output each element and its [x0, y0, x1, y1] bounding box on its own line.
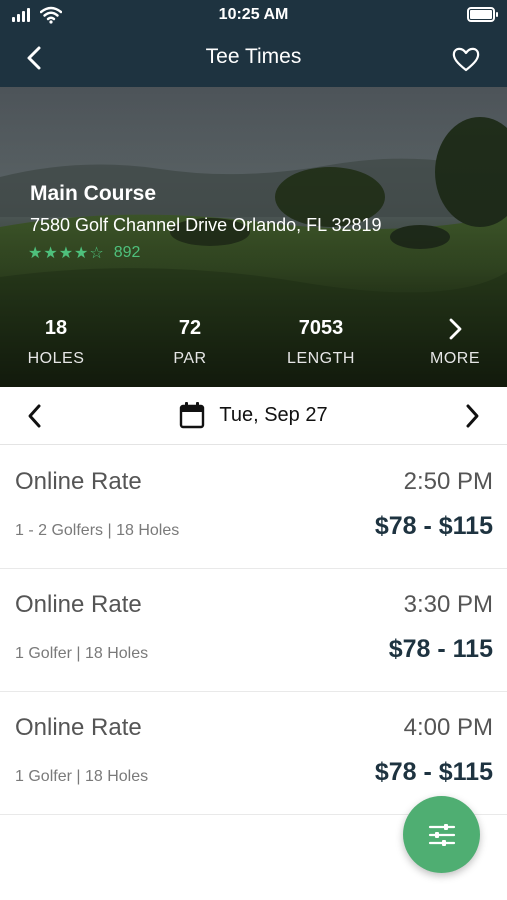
- course-stats: 18 HOLES 72 PAR 7053 LENGTH MORE: [0, 317, 507, 377]
- course-address: 7580 Golf Channel Drive Orlando, FL 3281…: [30, 215, 382, 235]
- rate-title: Online Rate: [15, 468, 142, 495]
- stat-par: 72 PAR: [130, 317, 250, 368]
- stat-par-value: 72: [178, 317, 202, 339]
- course-rating[interactable]: ★★★★☆ 892: [28, 243, 140, 263]
- selected-date: Tue, Sep 27: [219, 403, 328, 426]
- rating-stars: ★★★★☆: [28, 245, 105, 262]
- nav-bar: Tee Times: [0, 30, 507, 87]
- rate-details: 1 Golfer | 18 Holes: [15, 768, 149, 785]
- review-count: 892: [113, 244, 141, 261]
- heart-icon[interactable]: [451, 44, 481, 74]
- filter-button[interactable]: [403, 796, 480, 873]
- tee-time: 4:00 PM: [403, 714, 493, 741]
- stat-holes-value: 18: [44, 317, 68, 339]
- stat-length: 7053 LENGTH: [261, 317, 381, 368]
- date-selector[interactable]: Tue, Sep 27: [0, 401, 507, 429]
- rate-price: $78 - $115: [374, 512, 493, 540]
- stat-length-label: LENGTH: [287, 350, 355, 367]
- rate-details: 1 - 2 Golfers | 18 Holes: [15, 522, 180, 539]
- rate-price: $78 - $115: [374, 758, 493, 786]
- calendar-icon: [180, 402, 205, 429]
- tee-time-row[interactable]: Online Rate 2:50 PM 1 - 2 Golfers | 18 H…: [0, 446, 507, 569]
- course-name: Main Course: [30, 182, 157, 205]
- next-date-chevron-icon[interactable]: [459, 401, 485, 431]
- stat-holes: 18 HOLES: [0, 317, 116, 368]
- course-hero: Main Course 7580 Golf Channel Drive Orla…: [0, 87, 507, 387]
- date-picker: Tue, Sep 27: [0, 387, 507, 445]
- tee-time-row[interactable]: Online Rate 3:30 PM 1 Golfer | 18 Holes …: [0, 569, 507, 692]
- rate-price: $78 - 115: [388, 635, 493, 663]
- stat-more-label: MORE: [430, 350, 480, 367]
- rate-details: 1 Golfer | 18 Holes: [15, 645, 149, 662]
- filter-sliders-icon: [428, 823, 455, 846]
- stat-par-label: PAR: [173, 350, 207, 367]
- tee-time-list: Online Rate 2:50 PM 1 - 2 Golfers | 18 H…: [0, 446, 507, 815]
- page-title: Tee Times: [205, 45, 302, 68]
- tee-time: 3:30 PM: [403, 591, 493, 618]
- chevron-right-icon: [395, 317, 507, 343]
- stat-holes-label: HOLES: [27, 350, 85, 367]
- rate-title: Online Rate: [15, 591, 142, 618]
- battery-icon: [467, 7, 498, 22]
- status-bar: 10:25 AM: [0, 0, 507, 30]
- rate-title: Online Rate: [15, 714, 142, 741]
- status-time: 10:25 AM: [218, 6, 289, 23]
- tee-time: 2:50 PM: [403, 468, 493, 495]
- more-button[interactable]: MORE: [395, 317, 507, 368]
- stat-length-value: 7053: [298, 317, 344, 339]
